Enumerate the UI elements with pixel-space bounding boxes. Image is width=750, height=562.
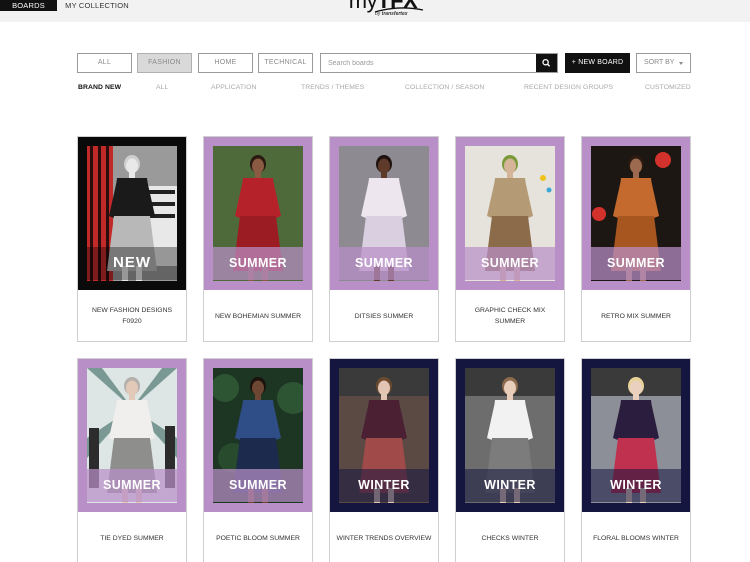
tab-boards[interactable]: BOARDS [0, 0, 57, 11]
board-card[interactable]: WINTER CHECKS WINTER [455, 358, 565, 562]
filter-fashion-button[interactable]: FASHION [137, 53, 192, 73]
season-label: SUMMER [103, 478, 161, 492]
board-cover: WINTER [456, 359, 564, 512]
board-cover: SUMMER [582, 137, 690, 290]
board-card[interactable]: SUMMER POETIC BLOOM SUMMER [203, 358, 313, 562]
subtab-application[interactable]: APPLICATION [211, 84, 257, 91]
search-icon [542, 58, 551, 67]
sort-by-label: SORT BY [644, 59, 675, 66]
filter-all-button[interactable]: ALL [77, 53, 132, 73]
board-title: GRAPHIC CHECK MIX SUMMER [474, 307, 546, 325]
board-title: TIE DYED SUMMER [100, 534, 164, 542]
subtab-trends-themes[interactable]: TRENDS / THEMES [301, 84, 364, 91]
logo-sub-brand: transfertex [381, 11, 408, 17]
board-title: DITSIES SUMMER [354, 312, 414, 320]
board-cover: SUMMER [204, 359, 312, 512]
board-card[interactable]: WINTER WINTER TRENDS OVERVIEW [329, 358, 439, 562]
season-label: SUMMER [607, 256, 665, 270]
board-title: NEW BOHEMIAN SUMMER [214, 312, 302, 320]
subtab-collection-season[interactable]: COLLECTION / SEASON [405, 84, 484, 91]
new-board-button[interactable]: + NEW BOARD [565, 53, 630, 73]
mytfx-logo[interactable]: myTFX by transfertex [338, 0, 428, 21]
board-title: CHECKS WINTER [481, 534, 539, 542]
season-label: SUMMER [481, 256, 539, 270]
board-card[interactable]: SUMMER TIE DYED SUMMER [77, 358, 187, 562]
logo-sub-prefix: by [375, 11, 382, 17]
subtab-customized[interactable]: CUSTOMIZED [645, 84, 691, 91]
board-cover: WINTER [330, 359, 438, 512]
board-title: FLORAL BLOOMS WINTER [593, 534, 679, 542]
board-cover: SUMMER [78, 359, 186, 512]
board-cover: SUMMER [456, 137, 564, 290]
season-label: SUMMER [355, 256, 413, 270]
season-label: SUMMER [229, 256, 287, 270]
board-card[interactable]: WINTER FLORAL BLOOMS WINTER [581, 358, 691, 562]
board-title: POETIC BLOOM SUMMER [216, 534, 300, 542]
board-title: WINTER TRENDS OVERVIEW [336, 534, 432, 542]
season-label: WINTER [358, 478, 410, 492]
filter-technical-button[interactable]: TECHNICAL [258, 53, 313, 73]
season-label: WINTER [484, 478, 536, 492]
search-box [320, 53, 558, 73]
top-bar: BOARDS MY COLLECTION myTFX by transferte… [0, 0, 750, 22]
filter-home-button[interactable]: HOME [198, 53, 253, 73]
sort-by-dropdown[interactable]: SORT BY [636, 53, 691, 73]
board-title: RETRO MIX SUMMER [601, 312, 671, 320]
subtab-brand-new[interactable]: BRAND NEW [78, 84, 121, 91]
season-label: NEW [113, 254, 151, 271]
season-label: WINTER [610, 478, 662, 492]
board-card[interactable]: SUMMER DITSIES SUMMER [329, 136, 439, 342]
board-cover: NEW [78, 137, 186, 290]
season-label: SUMMER [229, 478, 287, 492]
board-card[interactable]: SUMMER GRAPHIC CHECK MIX SUMMER [455, 136, 565, 342]
search-button[interactable] [536, 54, 557, 72]
board-cover: SUMMER [330, 137, 438, 290]
board-card[interactable]: SUMMER NEW BOHEMIAN SUMMER [203, 136, 313, 342]
board-card[interactable]: SUMMER RETRO MIX SUMMER [581, 136, 691, 342]
board-card[interactable]: NEW NEW FASHION DESIGNS F0920 [77, 136, 187, 342]
board-title: NEW FASHION DESIGNS F0920 [91, 307, 173, 325]
subtab-all[interactable]: ALL [156, 84, 168, 91]
board-cover: SUMMER [204, 137, 312, 290]
search-input[interactable] [321, 54, 537, 72]
tab-my-collection[interactable]: MY COLLECTION [62, 0, 132, 11]
subtab-recent-design-groups[interactable]: RECENT DESIGN GROUPS [524, 84, 613, 91]
chevron-down-icon [679, 62, 683, 65]
board-cover: WINTER [582, 359, 690, 512]
